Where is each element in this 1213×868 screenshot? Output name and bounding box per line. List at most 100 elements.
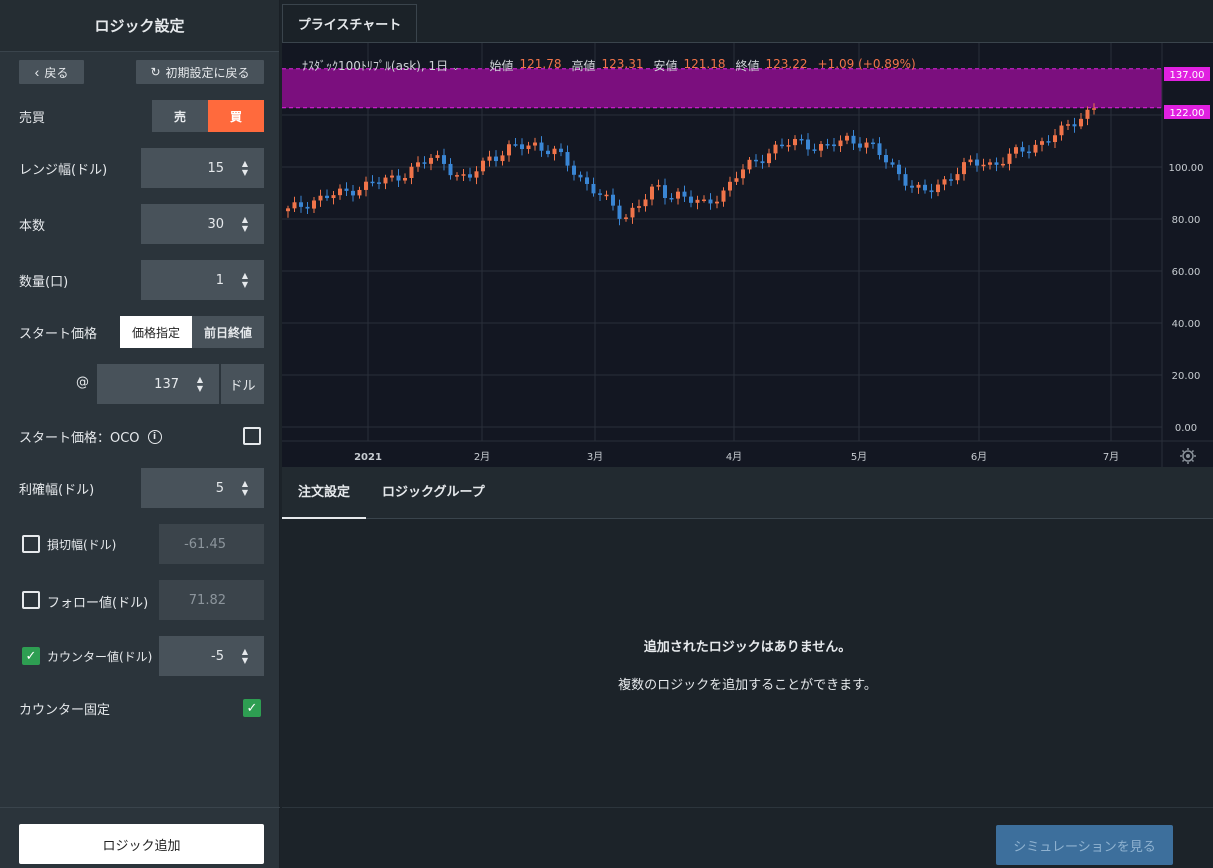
candle-body — [981, 164, 986, 167]
candle-body — [929, 190, 934, 193]
divider — [0, 807, 280, 808]
candle-body — [845, 135, 849, 141]
candle-body — [962, 162, 966, 175]
footer-bar: シミュレーションを見る — [282, 807, 1213, 868]
candle-body — [988, 162, 992, 165]
candle-body — [383, 177, 388, 184]
candle-body — [968, 159, 973, 163]
candle-body — [305, 206, 310, 209]
spinner-icon[interactable]: ▲ ▼ — [189, 375, 211, 393]
trade-label: 売買 — [19, 111, 46, 126]
candle-body — [780, 144, 784, 147]
candle-body — [578, 174, 583, 178]
tab-logic-group[interactable]: ロジックグループ — [366, 467, 501, 519]
chart-canvas[interactable]: 120.00100.0080.0060.0040.0020.000.00 202… — [282, 43, 1213, 468]
price-axis: 120.00100.0080.0060.0040.0020.000.00 — [1169, 111, 1204, 434]
candle-body — [858, 143, 862, 148]
candle-body — [611, 194, 615, 206]
y-tick-label: 0.00 — [1175, 423, 1197, 434]
candle-body — [1014, 147, 1018, 154]
tab-order-settings[interactable]: 注文設定 — [282, 467, 367, 519]
range-stepper[interactable]: 15 ▲ ▼ — [141, 148, 264, 188]
takeprofit-value: 5 — [215, 480, 224, 496]
start-mode-specified[interactable]: 価格指定 — [120, 316, 192, 348]
follow-checkbox[interactable] — [22, 591, 40, 609]
stoploss-field[interactable]: -61.45 — [159, 524, 264, 564]
candle-body — [721, 190, 726, 202]
follow-value: 71.82 — [188, 592, 226, 608]
buy-option[interactable]: 買 — [208, 100, 264, 132]
spinner-icon[interactable]: ▲ ▼ — [234, 215, 256, 233]
candle-body — [409, 166, 414, 179]
refresh-icon: ↻ — [150, 65, 161, 79]
follow-field[interactable]: 71.82 — [159, 580, 264, 620]
spinner-icon[interactable]: ▲ ▼ — [234, 647, 256, 665]
reset-defaults-button[interactable]: ↻ 初期設定に戻る — [136, 60, 264, 84]
symbol-selector[interactable]: ﾅｽﾀﾞｯｸ100ﾄﾘﾌﾟﾙ(ask), 1日 ⌄ — [302, 57, 459, 74]
stoploss-checkbox[interactable] — [22, 535, 40, 553]
chart-legend: ﾅｽﾀﾞｯｸ100ﾄﾘﾌﾟﾙ(ask), 1日 ⌄ 始値 121.78 高値 123… — [302, 57, 916, 74]
x-tick-label: 5月 — [851, 451, 867, 463]
candle-body — [377, 182, 381, 184]
candle-body — [663, 185, 667, 198]
view-simulation-button[interactable]: シミュレーションを見る — [996, 825, 1173, 865]
takeprofit-stepper[interactable]: 5 ▲ ▼ — [141, 468, 264, 508]
app-window: ロジック設定 ‹ 戻る ↻ 初期設定に戻る 売買 売 買 レンジ幅(ドル) 15… — [0, 0, 1213, 868]
back-button[interactable]: ‹ 戻る — [19, 60, 84, 84]
panel-title: ロジック設定 — [0, 0, 279, 52]
count-label: 本数 — [19, 219, 46, 234]
counter-fixed-checkbox[interactable]: ✓ — [243, 699, 261, 717]
candle-body — [1001, 163, 1005, 166]
candle-body — [331, 195, 336, 199]
candle-body — [468, 174, 472, 178]
spinner-icon[interactable]: ▲ ▼ — [234, 159, 256, 177]
x-tick-label: 4月 — [726, 451, 742, 463]
candle-body — [481, 160, 485, 172]
spinner-icon[interactable]: ▲ ▼ — [234, 479, 256, 497]
candle-body — [1072, 124, 1077, 127]
follow-label: フォロー値(ドル) — [47, 596, 149, 611]
candle-body — [955, 174, 960, 181]
range-label: レンジ幅(ドル) — [19, 163, 108, 178]
oco-row: スタート価格：OCO i — [19, 427, 162, 446]
count-value: 30 — [207, 216, 224, 232]
candle-body — [890, 162, 895, 165]
band-top-tag: 137.00 — [1164, 67, 1210, 81]
y-tick-label: 80.00 — [1172, 215, 1201, 226]
candle-body — [754, 159, 758, 162]
candle-body — [793, 138, 797, 146]
sell-option[interactable]: 売 — [152, 100, 208, 132]
candle-body — [598, 193, 602, 195]
candle-body — [949, 179, 953, 181]
candle-body — [286, 208, 290, 212]
counter-checkbox[interactable]: ✓ — [22, 647, 40, 665]
candle-body — [539, 142, 544, 151]
candle-body — [871, 142, 875, 145]
info-icon[interactable]: i — [147, 429, 162, 444]
candle-body — [624, 217, 628, 219]
range-value: 15 — [207, 160, 224, 176]
candle-body — [767, 153, 771, 164]
oco-checkbox[interactable] — [243, 427, 261, 445]
candle-body — [825, 144, 830, 146]
price-chart[interactable]: 120.00100.0080.0060.0040.0020.000.00 202… — [282, 42, 1213, 468]
count-stepper[interactable]: 30 ▲ ▼ — [141, 204, 264, 244]
band-bottom-tag: 122.00 — [1164, 105, 1210, 119]
candle-body — [773, 144, 778, 154]
candle-body — [559, 148, 563, 153]
add-logic-button[interactable]: ロジック追加 — [19, 824, 264, 864]
candle-body — [487, 156, 492, 161]
candle-body — [656, 185, 661, 187]
candle-body — [1007, 153, 1012, 164]
tab-price-chart[interactable]: プライスチャート — [282, 4, 417, 42]
qty-stepper[interactable]: 1 ▲ ▼ — [141, 260, 264, 300]
candle-body — [741, 169, 745, 179]
settings-gear-icon[interactable] — [1180, 448, 1196, 464]
start-price-stepper[interactable]: 137 ▲ ▼ — [97, 364, 219, 404]
start-mode-prev-close[interactable]: 前日終値 — [192, 316, 264, 348]
candle-body — [994, 162, 999, 165]
counter-fixed-label: カウンター固定 — [19, 703, 111, 718]
counter-stepper[interactable]: -5 ▲ ▼ — [159, 636, 264, 676]
candle-body — [1085, 109, 1090, 119]
spinner-icon[interactable]: ▲ ▼ — [234, 271, 256, 289]
